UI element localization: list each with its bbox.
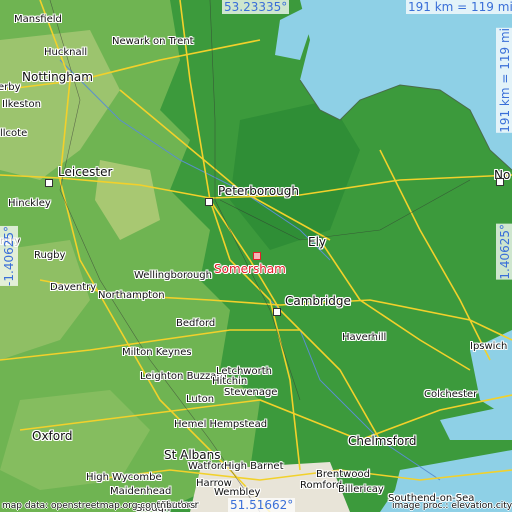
place-label-rugby: Rugby (34, 250, 66, 261)
place-label-cambridge: Cambridge (285, 294, 351, 308)
place-label-romford: Romford (300, 480, 343, 491)
place-label-brentwood: Brentwood (316, 469, 370, 480)
place-label-peterborough: Peterborough (218, 184, 300, 198)
place-label-derby: erby (0, 82, 21, 93)
place-label-ely: Ely (308, 235, 327, 249)
place-label-hemel: Hemel Hempstead (174, 419, 268, 430)
longitude-right-label: 1.40625° (496, 224, 512, 280)
place-label-ipswich: Ipswich (470, 341, 508, 352)
attribution-image-proc: image proc.: elevation.city (392, 501, 512, 511)
place-label-stevenage: Stevenage (224, 387, 278, 398)
place-label-wellingborough: Wellingborough (134, 270, 212, 281)
place-label-chelmsford: Chelmsford (348, 434, 417, 448)
place-label-ilkeston: Ilkeston (2, 99, 41, 110)
map-view[interactable]: Mansfield Hucknall Newark on Trent Notti… (0, 0, 512, 512)
city-marker-leicester (45, 179, 53, 187)
city-marker-cambridge (273, 308, 281, 316)
place-label-watford: Watford (188, 461, 228, 472)
place-label-luton: Luton (186, 394, 215, 405)
place-label-maidenhead: Maidenhead (110, 486, 172, 497)
place-label-oxford: Oxford (32, 429, 73, 443)
place-label-st-albans: St Albans (164, 448, 221, 462)
latitude-top-label: 53.23335° (222, 0, 290, 14)
longitude-left-label: -1.40625° (0, 226, 18, 286)
place-label-nottingham: Nottingham (22, 70, 93, 84)
scale-label-vertical: 191 km = 119 mi (496, 28, 512, 133)
target-location-marker[interactable] (253, 252, 261, 260)
place-label-leicester: Leicester (58, 165, 113, 179)
attribution-map-data: map data: openstreetmap.org contributors (2, 501, 196, 511)
place-label-wembley: Wembley (214, 487, 261, 498)
city-marker-norwich (496, 178, 504, 186)
scale-label: 191 km = 119 mi (406, 0, 512, 14)
place-label-northampton: Northampton (98, 290, 165, 301)
place-label-mansfield: Mansfield (14, 14, 62, 25)
place-label-hitchin: Hitchin (212, 376, 248, 387)
place-label-hinckley: Hinckley (8, 198, 51, 209)
place-label-high-wycombe: High Wycombe (86, 472, 162, 483)
target-location-label: Somersham (214, 262, 286, 276)
place-label-bedford: Bedford (176, 318, 216, 329)
place-label-billericay: Billericay (338, 484, 384, 495)
place-label-coalville: llcote (0, 128, 28, 139)
place-label-newark-on-trent: Newark on Trent (112, 36, 194, 47)
place-label-milton-keynes: Milton Keynes (122, 347, 192, 358)
place-label-colchester: Colchester (424, 389, 478, 400)
place-label-daventry: Daventry (50, 282, 97, 293)
city-marker-peterborough (205, 198, 213, 206)
place-label-high-barnet: High Barnet (224, 461, 284, 472)
place-label-haverhill: Haverhill (342, 332, 387, 343)
latitude-bottom-label: 51.51662° (228, 498, 296, 512)
place-label-hucknall: Hucknall (44, 47, 88, 58)
